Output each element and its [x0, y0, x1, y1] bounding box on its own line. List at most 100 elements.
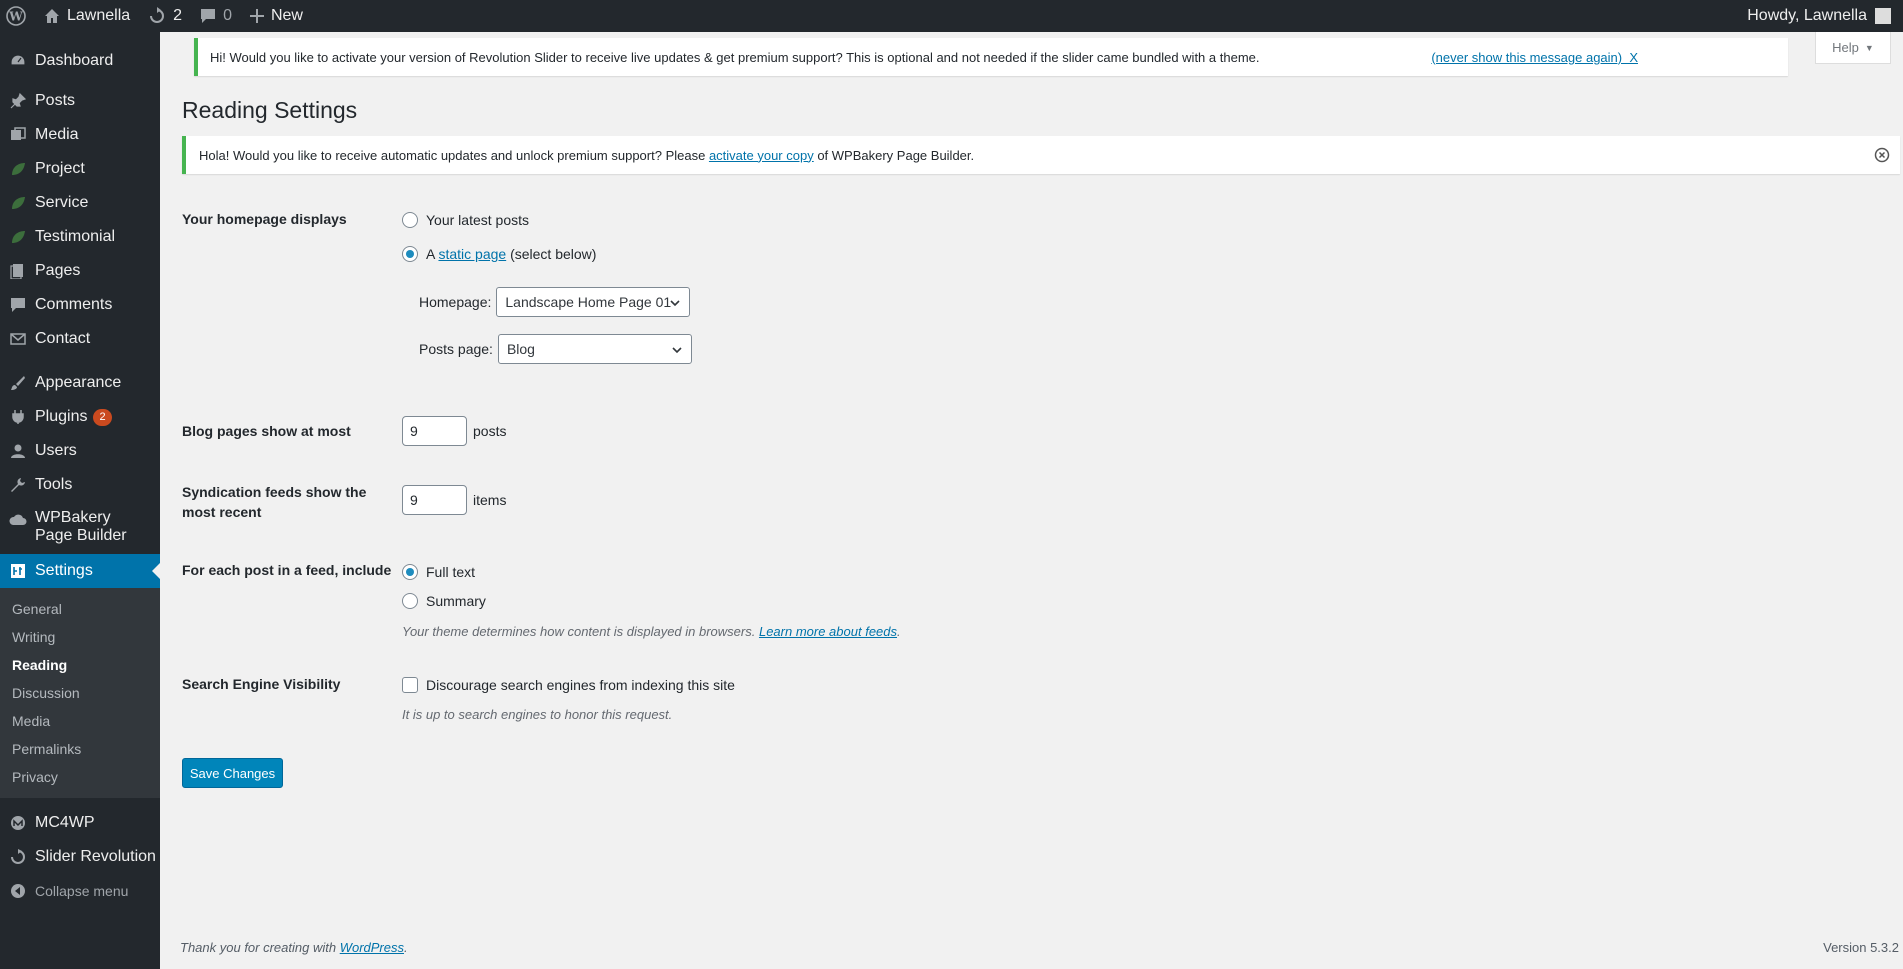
admin-sidebar: Dashboard Posts Media Project Service Te… — [0, 32, 160, 969]
posts-per-page-input[interactable]: 9 — [402, 416, 467, 446]
submenu-item-general[interactable]: General — [0, 595, 160, 623]
close-icon[interactable] — [1874, 147, 1890, 163]
help-tab-button[interactable]: Help ▼ — [1815, 32, 1891, 64]
sidebar-item-slider-revolution[interactable]: Slider Revolution — [0, 840, 160, 874]
submenu-item-media[interactable]: Media — [0, 707, 160, 735]
sidebar-item-tools[interactable]: Tools — [0, 468, 160, 502]
sidebar-item-wpbakery[interactable]: WPBakery Page Builder — [0, 502, 160, 554]
svg-text:W: W — [8, 10, 23, 24]
revslider-notice-text: Hi! Would you like to activate your vers… — [210, 49, 1260, 65]
chevron-down-icon — [672, 347, 682, 354]
home-icon — [45, 9, 59, 23]
sidebar-item-label: Users — [35, 442, 77, 459]
static-page-suffix: (select below) — [506, 246, 597, 262]
cloud-icon — [9, 511, 27, 529]
sidebar-item-label: WPBakery Page Builder — [35, 509, 127, 544]
posts-per-rss-input[interactable]: 9 — [402, 485, 467, 515]
site-name-link[interactable]: Lawnella — [35, 0, 139, 32]
sidebar-item-mc4wp[interactable]: MC4WP — [0, 806, 160, 840]
sidebar-item-project[interactable]: Project — [0, 152, 160, 186]
site-name: Lawnella — [67, 7, 131, 24]
wpbakery-notice-text: Hola! Would you like to receive automati… — [199, 148, 974, 163]
learn-more-feeds-link[interactable]: Learn more about feeds — [759, 624, 897, 639]
sidebar-item-testimonial[interactable]: Testimonial — [0, 220, 160, 254]
sidebar-item-label: Service — [35, 194, 89, 211]
full-text-option[interactable]: Full text — [402, 564, 475, 580]
admin-bar: W Lawnella 2 0 New Howdy, Lawnella — [0, 0, 1903, 32]
submenu-item-writing[interactable]: Writing — [0, 623, 160, 651]
submenu-item-discussion[interactable]: Discussion — [0, 679, 160, 707]
footer-version: Version 5.3.2 — [1823, 940, 1899, 955]
search-visibility-label: Search Engine Visibility — [182, 676, 341, 692]
submenu-item-reading[interactable]: Reading — [0, 651, 160, 679]
user-icon — [9, 442, 27, 460]
syndication-label-line2: most recent — [182, 504, 262, 520]
sidebar-item-comments[interactable]: Comments — [0, 288, 160, 322]
wrench-icon — [9, 476, 27, 494]
settings-submenu: General Writing Reading Discussion Media… — [0, 588, 160, 798]
new-content-link[interactable]: New — [241, 0, 312, 32]
save-changes-button[interactable]: Save Changes — [182, 758, 283, 788]
full-text-radio[interactable] — [402, 564, 418, 580]
sidebar-item-label: Pages — [35, 262, 81, 279]
wpbakery-notice-after: of WPBakery Page Builder. — [813, 147, 975, 163]
media-icon — [9, 126, 27, 144]
static-page-radio[interactable] — [402, 246, 418, 262]
account-menu[interactable]: Howdy, Lawnella — [1747, 7, 1903, 25]
sidebar-item-pages[interactable]: Pages — [0, 254, 160, 288]
posts-page-select[interactable]: Blog — [497, 334, 692, 364]
sidebar-item-label: Tools — [35, 476, 73, 493]
plugins-update-badge: 2 — [93, 408, 112, 426]
avatar — [1875, 8, 1891, 24]
refresh-icon — [9, 848, 27, 866]
comment-icon — [9, 296, 27, 314]
wordpress-link[interactable]: WordPress — [340, 940, 404, 955]
footer-thanks: Thank you for creating with WordPress. — [180, 940, 408, 955]
updates-link[interactable]: 2 — [139, 0, 191, 32]
submenu-item-permalinks[interactable]: Permalinks — [0, 735, 160, 763]
revslider-dismiss-link[interactable]: (never show this message again) X — [1431, 50, 1638, 65]
activate-copy-link[interactable]: activate your copy — [709, 148, 814, 163]
plugin-icon — [9, 408, 27, 426]
static-page-prefix: A — [426, 246, 439, 262]
sidebar-item-appearance[interactable]: Appearance — [0, 366, 160, 400]
submenu-item-privacy[interactable]: Privacy — [0, 763, 160, 791]
homepage-displays-label: Your homepage displays — [182, 211, 347, 227]
sidebar-item-label: Media — [35, 126, 79, 143]
sidebar-item-dashboard[interactable]: Dashboard — [0, 44, 160, 78]
homepage-select-row: Homepage: Landscape Home Page 01 — [419, 287, 691, 317]
leaf-icon — [9, 228, 27, 246]
summary-option[interactable]: Summary — [402, 593, 486, 609]
sidebar-item-media[interactable]: Media — [0, 118, 160, 152]
discourage-checkbox[interactable] — [402, 677, 418, 693]
wordpress-logo-icon[interactable]: W — [0, 0, 35, 32]
collapse-menu-button[interactable]: Collapse menu — [0, 874, 160, 908]
latest-posts-radio[interactable] — [402, 212, 418, 228]
discourage-option[interactable]: Discourage search engines from indexing … — [402, 677, 735, 693]
sidebar-item-users[interactable]: Users — [0, 434, 160, 468]
full-text-label: Full text — [426, 564, 476, 580]
static-page-option[interactable]: A static page (select below) — [402, 246, 596, 262]
footer-thanks-text: Thank you for creating with — [180, 940, 340, 955]
brush-icon — [9, 374, 27, 392]
comments-link[interactable]: 0 — [191, 0, 241, 32]
summary-radio[interactable] — [402, 593, 418, 609]
posts-page-select-label: Posts page: — [419, 341, 493, 357]
pin-icon — [9, 92, 27, 110]
static-page-link[interactable]: static page — [438, 246, 506, 262]
sidebar-item-contact[interactable]: Contact — [0, 322, 160, 356]
refresh-icon — [150, 7, 165, 23]
sidebar-item-service[interactable]: Service — [0, 186, 160, 220]
posts-unit: posts — [473, 423, 507, 439]
sidebar-item-plugins[interactable]: Plugins 2 — [0, 400, 160, 434]
sidebar-item-label: Testimonial — [35, 228, 116, 245]
latest-posts-option[interactable]: Your latest posts — [402, 212, 529, 228]
homepage-select-value: Landscape Home Page 01 — [505, 294, 672, 310]
sidebar-item-settings[interactable]: Settings — [0, 554, 160, 588]
leaf-icon — [9, 194, 27, 212]
sidebar-item-posts[interactable]: Posts — [0, 84, 160, 118]
chevron-down-icon — [670, 300, 680, 307]
homepage-select[interactable]: Landscape Home Page 01 — [496, 287, 691, 317]
search-visibility-description: It is up to search engines to honor this… — [402, 707, 673, 722]
help-label: Help — [1832, 40, 1859, 55]
